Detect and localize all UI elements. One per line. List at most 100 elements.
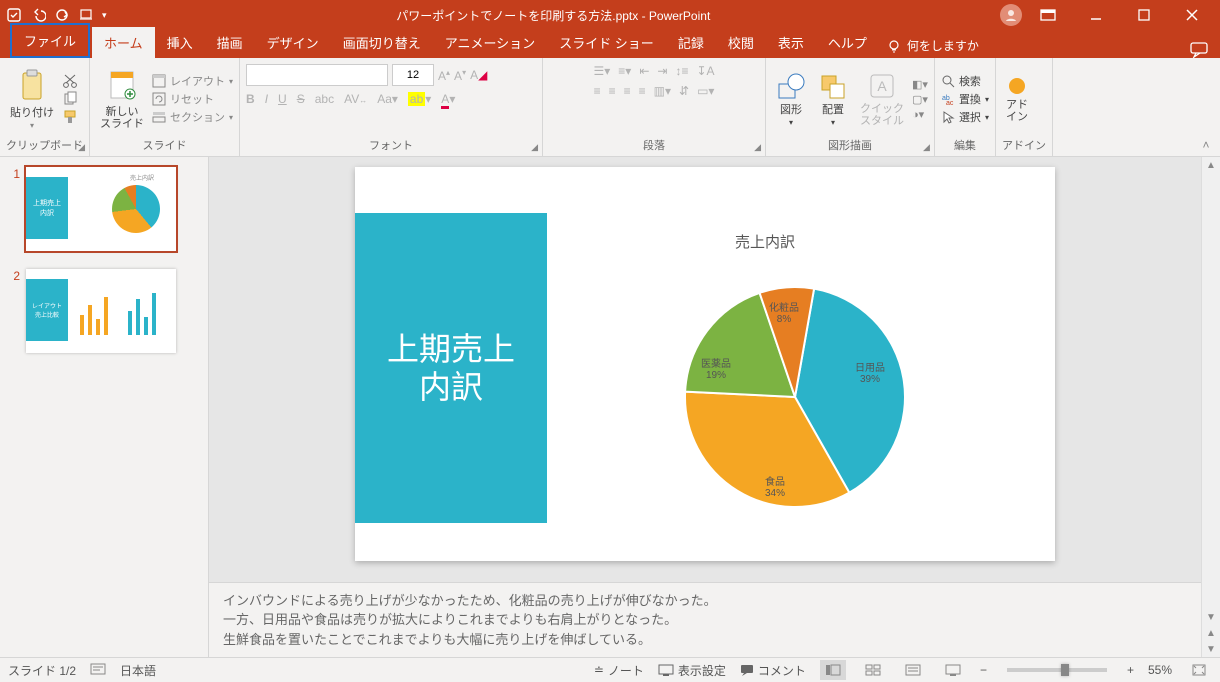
maximize-icon[interactable] (1122, 0, 1166, 30)
align-text-icon[interactable]: ⇵ (679, 84, 689, 98)
columns-icon[interactable]: ▥▾ (654, 84, 671, 98)
cut-icon[interactable] (62, 73, 78, 89)
bullets-icon[interactable]: ☰▾ (594, 64, 611, 78)
shape-fill-icon[interactable]: ◧▾ (912, 78, 928, 91)
character-spacing-icon[interactable]: AV↔ (344, 92, 367, 106)
strikethrough-button[interactable]: S (297, 92, 305, 106)
arrange-button[interactable]: 配置▾ (814, 70, 852, 129)
dialog-launcher-icon[interactable]: ◢ (78, 139, 85, 155)
section-button[interactable]: セクション ▾ (152, 109, 233, 125)
minimize-icon[interactable] (1074, 0, 1118, 30)
scroll-up-icon[interactable]: ▲ (1206, 157, 1216, 173)
underline-button[interactable]: U (278, 92, 287, 106)
scroll-down-icon[interactable]: ▼ (1206, 609, 1216, 625)
vertical-scrollbar[interactable]: ▲ ▼ ▲ ▼ (1201, 157, 1220, 657)
chevron-down-icon: ▾ (30, 121, 34, 130)
reading-view-icon[interactable] (900, 660, 926, 680)
smartart-icon[interactable]: ▭▾ (697, 84, 714, 98)
collapse-ribbon-icon[interactable]: ˄ (1192, 58, 1220, 156)
zoom-out-icon[interactable]: − (980, 663, 987, 677)
ribbon-display-options-icon[interactable] (1026, 0, 1070, 30)
clear-formatting-icon[interactable]: A◢ (470, 68, 487, 82)
highlight-icon[interactable]: ab▾ (408, 92, 431, 106)
justify-icon[interactable]: ≡ (639, 84, 646, 98)
notes-pane[interactable]: インバウンドによる売り上げが少なかったため、化粧品の売り上げが伸びなかった。 一… (209, 582, 1201, 658)
replace-button[interactable]: abac置換 ▾ (941, 91, 989, 107)
zoom-slider[interactable] (1007, 668, 1107, 672)
tab-insert[interactable]: 挿入 (155, 27, 205, 58)
tab-transitions[interactable]: 画面切り替え (331, 27, 433, 58)
bold-button[interactable]: B (246, 92, 255, 106)
new-slide-button[interactable]: 新しい スライド (96, 66, 148, 132)
slide-title-block[interactable]: 上期売上 内訳 (355, 213, 547, 523)
tab-help[interactable]: ヘルプ (816, 27, 879, 58)
font-color-icon[interactable]: A▾ (441, 92, 455, 106)
comments-button[interactable]: コメント (740, 662, 806, 679)
undo-icon[interactable] (30, 7, 46, 23)
shadow-button[interactable]: abc (315, 92, 334, 106)
tab-view[interactable]: 表示 (766, 27, 816, 58)
dialog-launcher-icon[interactable]: ◢ (754, 139, 761, 155)
tab-design[interactable]: デザイン (255, 27, 331, 58)
redo-icon[interactable] (54, 7, 70, 23)
change-case-icon[interactable]: Aa▾ (377, 92, 398, 106)
tab-record[interactable]: 記録 (666, 27, 716, 58)
font-size-combo[interactable] (392, 64, 434, 86)
reset-button[interactable]: リセット (152, 91, 214, 107)
thumbnail-1[interactable]: 1 上期売上内訳 売上内訳 (8, 167, 200, 251)
autosave-icon[interactable] (6, 7, 22, 23)
thumbnail-2[interactable]: 2 レイアウト 売上比較 (8, 269, 200, 353)
addins-button[interactable]: アド イン (1002, 73, 1032, 125)
display-settings-button[interactable]: 表示設定 (658, 662, 726, 679)
normal-view-icon[interactable] (820, 660, 846, 680)
tab-home[interactable]: ホーム (92, 27, 155, 58)
next-slide-icon[interactable]: ▼ (1206, 641, 1216, 657)
zoom-level[interactable]: 55% (1148, 663, 1172, 677)
slide-canvas[interactable]: 上期売上 内訳 売上内訳 日用品 39% 食品 34% 医薬品 19% 化粧品 … (209, 157, 1201, 582)
dialog-launcher-icon[interactable]: ◢ (923, 139, 930, 155)
comments-pane-icon[interactable] (1190, 42, 1208, 58)
spellcheck-button[interactable] (90, 663, 106, 677)
account-avatar[interactable] (1000, 4, 1022, 26)
tab-slideshow[interactable]: スライド ショー (547, 27, 666, 58)
slideshow-view-icon[interactable] (940, 660, 966, 680)
format-painter-icon[interactable] (62, 109, 78, 125)
quick-styles-button[interactable]: A クイック スタイル (856, 69, 908, 129)
increase-font-icon[interactable]: A▴ (438, 68, 450, 83)
font-family-combo[interactable] (246, 64, 388, 86)
tab-animations[interactable]: アニメーション (433, 27, 547, 58)
shapes-button[interactable]: 図形▾ (772, 70, 810, 129)
text-direction-icon[interactable]: ↧A (696, 64, 714, 78)
align-center-icon[interactable]: ≡ (609, 84, 616, 98)
close-icon[interactable] (1170, 0, 1214, 30)
zoom-in-icon[interactable]: + (1127, 663, 1134, 677)
align-left-icon[interactable]: ≡ (594, 84, 601, 98)
copy-icon[interactable] (62, 91, 78, 107)
numbering-icon[interactable]: ≡▾ (618, 64, 631, 78)
tab-file[interactable]: ファイル (10, 23, 90, 58)
tab-review[interactable]: 校閲 (716, 27, 766, 58)
start-from-beginning-icon[interactable] (78, 7, 94, 23)
shape-outline-icon[interactable]: ▢▾ (912, 93, 928, 106)
increase-indent-icon[interactable]: ⇥ (657, 64, 667, 78)
decrease-indent-icon[interactable]: ⇤ (639, 64, 649, 78)
dialog-launcher-icon[interactable]: ◢ (531, 139, 538, 155)
decrease-font-icon[interactable]: A▾ (454, 68, 466, 83)
pie-chart[interactable]: 日用品 39% 食品 34% 医薬品 19% 化粧品 8% (665, 267, 925, 527)
slide-counter[interactable]: スライド 1/2 (8, 662, 76, 679)
tab-draw[interactable]: 描画 (205, 27, 255, 58)
select-button[interactable]: 選択 ▾ (941, 109, 989, 125)
find-button[interactable]: 検索 (941, 73, 981, 89)
shape-effects-icon[interactable]: ◑▾ (912, 108, 924, 121)
tell-me-search[interactable]: 何をしますか (879, 33, 987, 58)
italic-button[interactable]: I (265, 92, 268, 106)
line-spacing-icon[interactable]: ↕≡ (675, 64, 688, 78)
paste-button[interactable]: 貼り付け ▾ (6, 67, 58, 132)
language-label[interactable]: 日本語 (120, 662, 156, 679)
sorter-view-icon[interactable] (860, 660, 886, 680)
layout-button[interactable]: レイアウト ▾ (152, 73, 233, 89)
fit-to-window-icon[interactable] (1186, 660, 1212, 680)
align-right-icon[interactable]: ≡ (624, 84, 631, 98)
prev-slide-icon[interactable]: ▲ (1206, 625, 1216, 641)
notes-button[interactable]: ≐ ノート (594, 662, 644, 679)
